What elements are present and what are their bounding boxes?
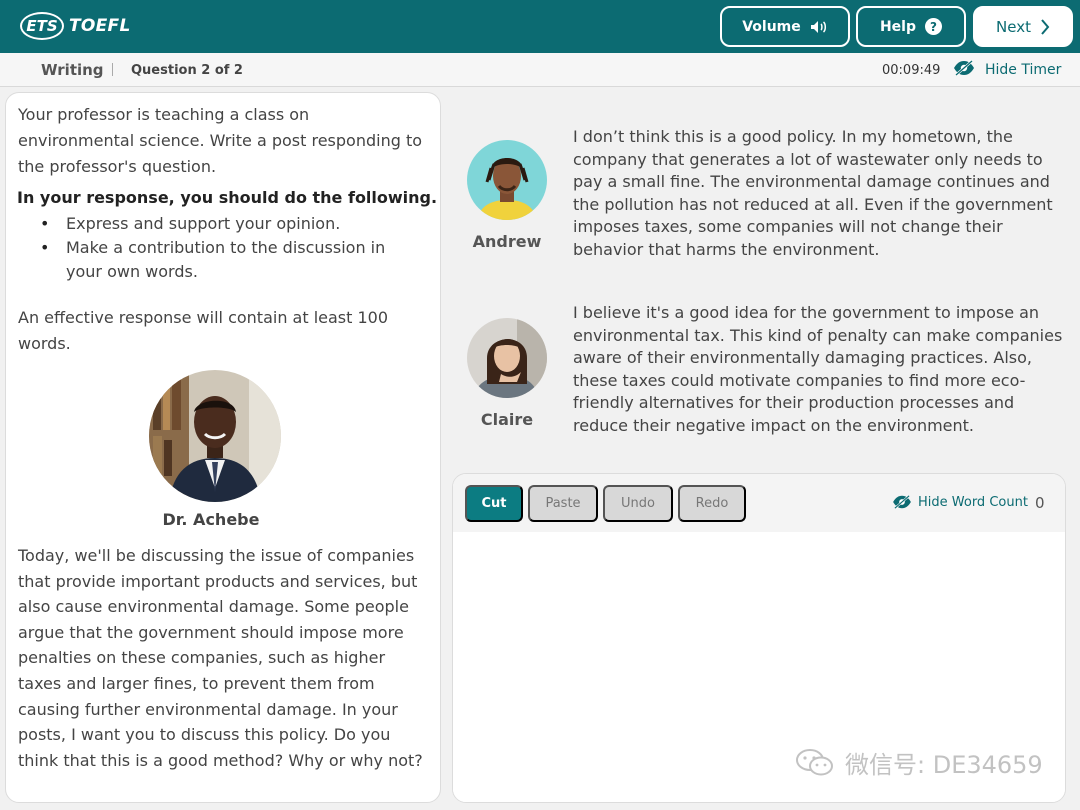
top-bar: ETS TOEFL Volume Help ? Next bbox=[0, 0, 1080, 53]
wechat-icon bbox=[796, 748, 833, 775]
editor-toolbar: Cut Paste Undo Redo Hide Word Count 0 bbox=[453, 474, 1065, 532]
professor-question: Today, we'll be discussing the issue of … bbox=[18, 546, 423, 770]
volume-icon bbox=[810, 20, 828, 34]
word-count: 0 bbox=[1035, 494, 1045, 512]
help-label: Help bbox=[879, 18, 917, 35]
andrew-avatar bbox=[467, 140, 547, 220]
hide-timer-button[interactable]: Hide Timer bbox=[985, 62, 1061, 78]
next-label: Next bbox=[996, 17, 1031, 36]
redo-button[interactable]: Redo bbox=[678, 485, 746, 522]
cut-button[interactable]: Cut bbox=[465, 485, 523, 522]
prompt-panel: Your professor is teaching a class on en… bbox=[5, 92, 441, 803]
chevron-right-icon bbox=[1040, 18, 1050, 35]
timer: 00:09:49 bbox=[882, 63, 941, 78]
section-name: Writing bbox=[41, 61, 104, 79]
volume-label: Volume bbox=[742, 18, 801, 35]
section-bar: Writing Question 2 of 2 00:09:49 Hide Ti… bbox=[0, 53, 1080, 87]
question-number: Question 2 of 2 bbox=[131, 63, 243, 78]
help-icon: ? bbox=[925, 18, 943, 35]
volume-button[interactable]: Volume bbox=[720, 6, 850, 47]
toefl-logo-text: TOEFL bbox=[69, 16, 131, 36]
divider bbox=[112, 63, 113, 76]
claire-name: Claire bbox=[480, 410, 534, 429]
undo-button[interactable]: Undo bbox=[603, 485, 673, 522]
professor-avatar bbox=[149, 370, 281, 502]
hide-word-count-button[interactable]: Hide Word Count bbox=[918, 495, 1028, 510]
eye-icon[interactable] bbox=[953, 59, 975, 77]
paste-button[interactable]: Paste bbox=[528, 485, 598, 522]
word-requirement: An effective response will contain at le… bbox=[18, 308, 389, 353]
ets-logo-mark: ETS bbox=[20, 12, 64, 40]
claire-post: I believe it's a good idea for the gover… bbox=[573, 303, 1063, 435]
instructions-list: Express and support your opinion. Make a… bbox=[36, 212, 416, 284]
eye-icon[interactable] bbox=[891, 494, 913, 510]
watermark: 微信号: DE34659 bbox=[795, 745, 1043, 780]
claire-avatar bbox=[467, 318, 547, 398]
professor-name: Dr. Achebe bbox=[162, 510, 260, 529]
next-button[interactable]: Next bbox=[973, 6, 1073, 47]
andrew-post: I don’t think this is a good policy. In … bbox=[573, 127, 1053, 259]
andrew-name: Andrew bbox=[472, 232, 542, 251]
list-item: Make a contribution to the discussion in… bbox=[36, 236, 416, 284]
help-button[interactable]: Help ? bbox=[856, 6, 966, 47]
instructions-heading: In your response, you should do the foll… bbox=[17, 188, 438, 207]
list-item: Express and support your opinion. bbox=[36, 212, 416, 236]
watermark-text: 微信号: DE34659 bbox=[845, 751, 1043, 779]
prompt-intro: Your professor is teaching a class on en… bbox=[18, 105, 423, 176]
ets-toefl-logo: ETS TOEFL bbox=[20, 12, 131, 40]
